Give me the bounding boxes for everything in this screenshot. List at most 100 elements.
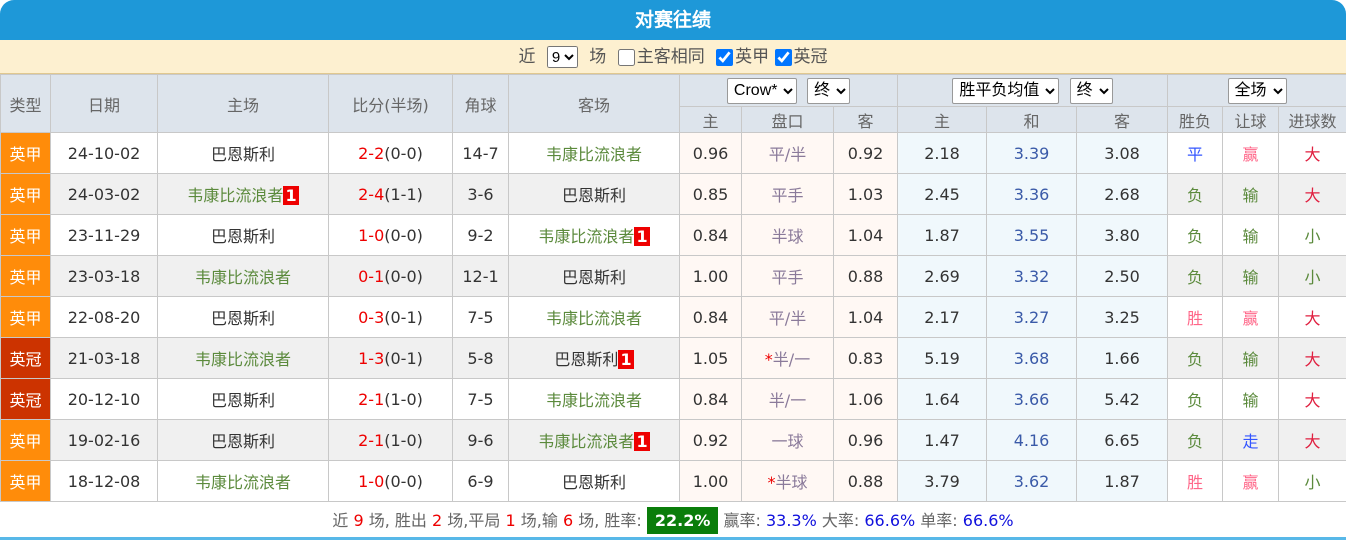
league-type[interactable]: 英甲 [0, 419, 51, 461]
subcol: 客 [1075, 106, 1169, 133]
home-team[interactable]: 韦康比流浪者 [157, 337, 329, 379]
league-type[interactable]: 英甲 [0, 296, 51, 338]
half-score: (0-1) [384, 348, 423, 368]
away-team[interactable]: 巴恩斯利 [508, 173, 680, 215]
summary-text: 场, 胜出 [363, 511, 433, 530]
red-card-badge: 1 [634, 432, 650, 451]
away-team[interactable]: 韦康比流浪者 [508, 378, 680, 420]
league-type[interactable]: 英甲 [0, 214, 51, 256]
euro-away: 1.87 [1075, 460, 1169, 502]
away-team[interactable]: 韦康比流浪者 [508, 296, 680, 338]
home-team[interactable]: 巴恩斯利 [157, 132, 329, 174]
euro-home: 5.19 [897, 337, 987, 379]
score[interactable]: 1-0(0-0) [328, 460, 453, 502]
same-home-label: 主客相同 [636, 47, 705, 67]
away-team[interactable]: 巴恩斯利 1 [508, 337, 680, 379]
home-team[interactable]: 巴恩斯利 [157, 214, 329, 256]
euro-state-select[interactable]: 终 [1069, 77, 1113, 104]
period-select-cell: 全场 [1167, 74, 1346, 107]
league-type[interactable]: 英甲 [0, 460, 51, 502]
summary-text: 赢率: [718, 511, 766, 530]
team-name: 韦康比流浪者 [194, 268, 291, 287]
home-team[interactable]: 巴恩斯利 [157, 296, 329, 338]
team-name: 巴恩斯利 [561, 473, 626, 492]
summary-text: 场,平局 [442, 511, 506, 530]
euro-draw: 3.66 [986, 378, 1077, 420]
home-team[interactable]: 巴恩斯利 [157, 419, 329, 461]
handicap-text: 半/一 [772, 350, 811, 369]
company-state-select[interactable]: 终 [807, 77, 851, 104]
same-home-checkbox[interactable] [617, 48, 635, 66]
odds-home: 0.85 [679, 173, 742, 215]
euro-home: 2.17 [897, 296, 987, 338]
company-select[interactable]: Crow* [726, 77, 797, 104]
score[interactable]: 0-3(0-1) [328, 296, 453, 338]
half-score: (1-0) [384, 430, 423, 450]
league-type[interactable]: 英冠 [0, 337, 51, 379]
goals-result: 大 [1278, 337, 1346, 379]
period-select[interactable]: 全场 [1227, 77, 1287, 104]
summary-text: 场, 胜率: [573, 511, 647, 530]
over-rate: 66.6% [864, 511, 916, 530]
euro-away: 1.66 [1075, 337, 1169, 379]
team-name: 巴恩斯利 [554, 350, 619, 369]
subcol: 主 [679, 106, 742, 133]
team-name: 巴恩斯利 [210, 309, 275, 328]
score[interactable]: 2-4(1-1) [328, 173, 453, 215]
score[interactable]: 0-1(0-0) [328, 255, 453, 297]
subcol: 和 [986, 106, 1077, 133]
euro-draw: 3.39 [986, 132, 1077, 174]
handicap-text: 平/半 [768, 145, 807, 164]
euro-home: 2.45 [897, 173, 987, 215]
home-team[interactable]: 韦康比流浪者 [157, 460, 329, 502]
league-type[interactable]: 英甲 [0, 255, 51, 297]
subcol: 让球 [1222, 106, 1280, 133]
home-team[interactable]: 韦康比流浪者 1 [157, 173, 329, 215]
euro-away: 2.50 [1075, 255, 1169, 297]
euro-draw: 3.68 [986, 337, 1077, 379]
away-team[interactable]: 韦康比流浪者 1 [508, 419, 680, 461]
handicap-result: 输 [1222, 214, 1280, 256]
score[interactable]: 1-3(0-1) [328, 337, 453, 379]
match-date: 19-02-16 [50, 419, 158, 461]
result: 负 [1167, 255, 1224, 297]
euro-draw: 4.16 [986, 419, 1077, 461]
euro-draw: 3.27 [986, 296, 1077, 338]
result: 负 [1167, 173, 1224, 215]
league-checkbox-champ[interactable] [774, 48, 792, 66]
match-count-select[interactable]: 9 [546, 46, 578, 68]
euro-away: 6.65 [1075, 419, 1169, 461]
result: 负 [1167, 419, 1224, 461]
league-label-champ: 英冠 [793, 47, 828, 67]
league-type[interactable]: 英冠 [0, 378, 51, 420]
home-team[interactable]: 韦康比流浪者 [157, 255, 329, 297]
score[interactable]: 2-1(1-0) [328, 378, 453, 420]
handicap-text: 平手 [771, 268, 804, 287]
away-team[interactable]: 巴恩斯利 [508, 460, 680, 502]
full-score: 0-3 [358, 307, 385, 327]
score[interactable]: 2-1(1-0) [328, 419, 453, 461]
summary-text: 近 [332, 511, 354, 530]
subcol: 胜负 [1167, 106, 1224, 133]
score[interactable]: 1-0(0-0) [328, 214, 453, 256]
away-team[interactable]: 韦康比流浪者 [508, 132, 680, 174]
full-score: 2-1 [358, 389, 385, 409]
win-rate-badge: 22.2% [646, 507, 719, 534]
euro-select[interactable]: 胜平负均值 [952, 77, 1060, 104]
score[interactable]: 2-2(0-0) [328, 132, 453, 174]
league-checkbox-l1[interactable] [716, 48, 734, 66]
match-date: 22-08-20 [50, 296, 158, 338]
half-score: (0-1) [384, 307, 423, 327]
handicap-text: 半球 [771, 227, 804, 246]
euro-draw: 3.62 [986, 460, 1077, 502]
league-type[interactable]: 英甲 [0, 173, 51, 215]
handicap-star: * [764, 350, 773, 369]
col-home: 主场 [157, 74, 329, 133]
handicap-result: 赢 [1222, 132, 1280, 174]
home-team[interactable]: 巴恩斯利 [157, 378, 329, 420]
match-date: 23-03-18 [50, 255, 158, 297]
league-type[interactable]: 英甲 [0, 132, 51, 174]
away-team[interactable]: 韦康比流浪者 1 [508, 214, 680, 256]
full-score: 2-2 [358, 143, 385, 163]
away-team[interactable]: 巴恩斯利 [508, 255, 680, 297]
